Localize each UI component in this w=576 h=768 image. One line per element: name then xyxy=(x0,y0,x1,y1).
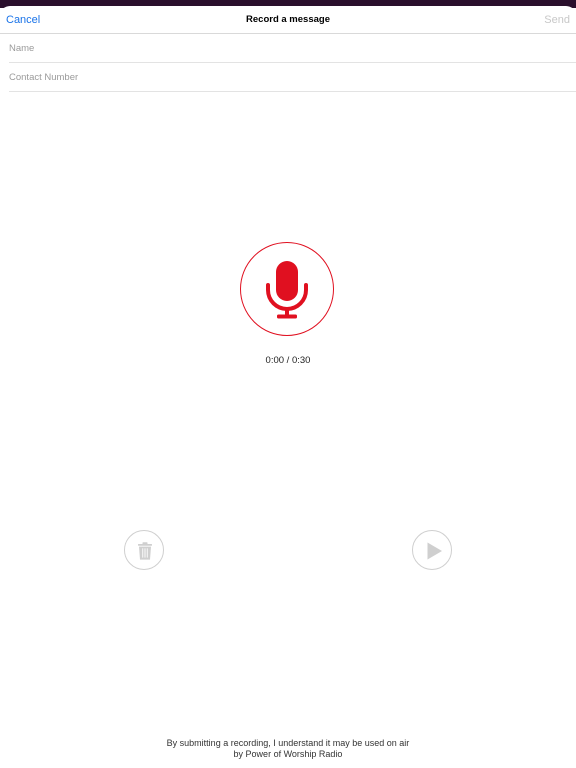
trash-icon xyxy=(138,542,152,560)
play-button[interactable] xyxy=(412,530,452,570)
navigation-bar: Cancel Record a message Send xyxy=(0,6,576,34)
send-button[interactable]: Send xyxy=(544,14,570,26)
disclaimer-line: by Power of Worship Radio xyxy=(233,749,343,759)
cancel-button[interactable]: Cancel xyxy=(6,14,40,26)
recording-timer: 0:00 / 0:30 xyxy=(265,355,311,366)
page-title: Record a message xyxy=(246,14,330,25)
disclaimer-line: By submitting a recording, I understand … xyxy=(166,738,410,748)
delete-recording-button[interactable] xyxy=(124,530,164,570)
microphone-icon xyxy=(266,261,308,319)
name-field[interactable] xyxy=(9,34,576,63)
contact-number-field[interactable] xyxy=(9,63,576,92)
record-button[interactable] xyxy=(240,242,334,336)
submission-disclaimer: By submitting a recording, I understand … xyxy=(0,738,576,760)
play-icon xyxy=(427,542,442,560)
modal-sheet xyxy=(0,6,576,768)
